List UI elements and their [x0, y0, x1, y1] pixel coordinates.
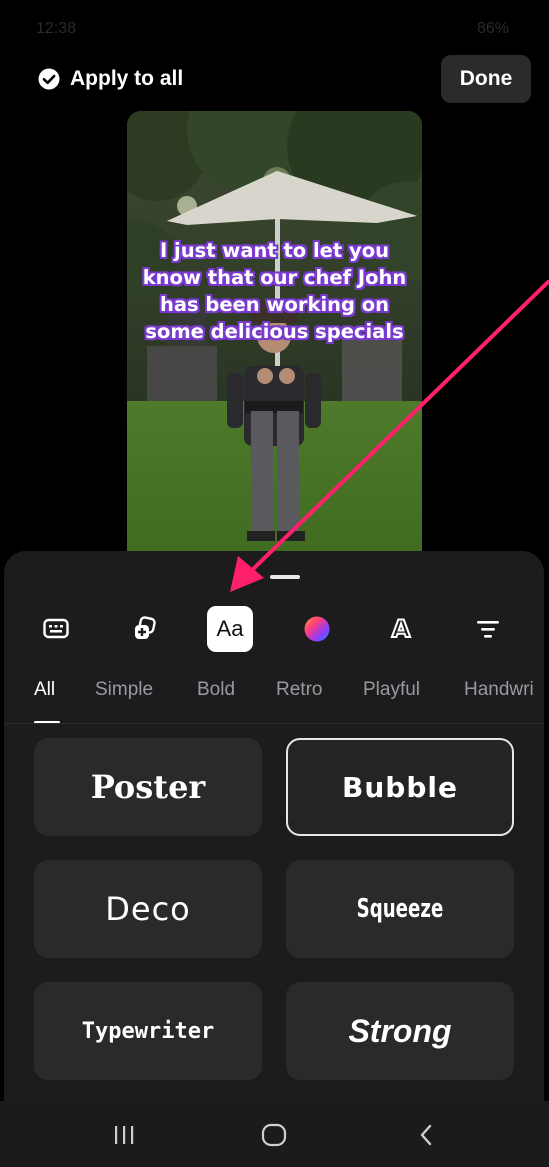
font-icon: Aa [216, 616, 244, 641]
video-preview[interactable]: I just want to let you know that our che… [127, 111, 422, 571]
font-card-label: Deco [105, 890, 191, 928]
font-button[interactable]: Aa [207, 606, 253, 652]
check-circle-icon [38, 68, 60, 90]
font-card-typewriter[interactable]: Typewriter [34, 982, 262, 1080]
tab-playful[interactable]: Playful [363, 679, 420, 701]
text-effects-icon [135, 616, 156, 639]
font-category-tabs: All Simple Bold Retro Playful Handwri [4, 679, 544, 719]
font-card-squeeze[interactable]: Squeeze [286, 860, 514, 958]
status-battery: 86% [476, 20, 509, 37]
text-effects-button[interactable] [122, 606, 168, 652]
tab-bold[interactable]: Bold [197, 679, 235, 701]
color-icon [304, 616, 330, 642]
font-card-deco[interactable]: Deco [34, 860, 262, 958]
align-icon [477, 621, 499, 638]
done-button[interactable]: Done [441, 55, 531, 103]
recent-apps-button[interactable] [104, 1119, 144, 1151]
font-card-poster[interactable]: Poster [34, 738, 262, 836]
font-card-label: Strong [348, 1012, 452, 1049]
back-icon [420, 1124, 432, 1146]
color-button[interactable] [294, 606, 340, 652]
text-style-button[interactable]: A [378, 606, 424, 652]
text-style-sheet: Aa A All Simple Bold Retro Playful Handw… [4, 551, 544, 1101]
home-button[interactable] [254, 1119, 294, 1151]
back-button[interactable] [406, 1119, 446, 1151]
tab-retro[interactable]: Retro [276, 679, 322, 701]
font-card-bubble[interactable]: Bubble [286, 738, 514, 836]
align-button[interactable] [465, 606, 511, 652]
tab-handwriting[interactable]: Handwri [464, 679, 534, 701]
text-style-icon: A [391, 614, 412, 644]
keyboard-icon [43, 618, 69, 639]
tabs-divider [4, 723, 544, 724]
style-toolbar: Aa A [4, 606, 544, 656]
caption-text[interactable]: I just want to let you know that our che… [127, 237, 422, 345]
sheet-drag-handle[interactable] [270, 575, 300, 579]
font-card-strong[interactable]: Strong [286, 982, 514, 1080]
status-bar: 12:38 86% [0, 0, 549, 56]
keyboard-button[interactable] [33, 606, 79, 652]
tab-all[interactable]: All [34, 679, 55, 701]
recent-apps-icon [115, 1126, 134, 1144]
status-time: 12:38 [36, 20, 77, 37]
system-nav-bar [0, 1101, 549, 1167]
font-card-label: Squeeze [356, 894, 444, 924]
tab-simple[interactable]: Simple [95, 679, 153, 701]
font-card-label: Poster [90, 768, 206, 806]
apply-to-all-toggle[interactable]: Apply to all [38, 64, 183, 94]
home-icon [261, 1123, 287, 1147]
screen: 12:38 86% Apply to all Done I just want … [0, 0, 549, 1167]
apply-to-all-label: Apply to all [70, 67, 184, 90]
font-card-label: Typewriter [81, 1018, 215, 1044]
font-card-label: Bubble [342, 770, 458, 804]
